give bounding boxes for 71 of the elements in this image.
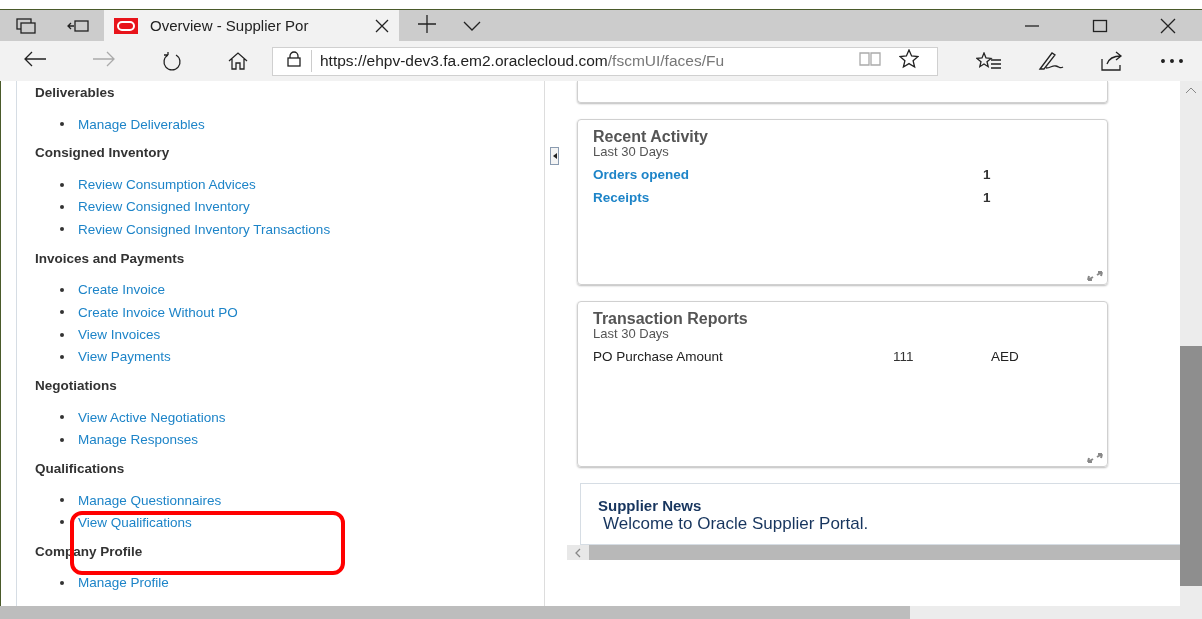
plus-icon[interactable]	[417, 13, 437, 34]
bullet-icon	[60, 437, 64, 442]
bullet-icon	[60, 354, 64, 359]
nav-link[interactable]: Review Consigned Inventory	[78, 199, 250, 215]
card-subtitle: Last 30 Days	[593, 326, 670, 341]
collapse-pane-button[interactable]	[550, 147, 559, 165]
favorites-list-icon[interactable]	[976, 52, 1002, 70]
browser-tab[interactable]: Overview - Supplier Por	[104, 10, 399, 41]
chevron-down-icon[interactable]	[463, 20, 481, 31]
tab-preview-icon[interactable]	[67, 18, 89, 33]
bullet-icon	[60, 122, 64, 127]
nav-link[interactable]: Review Consumption Advices	[78, 177, 256, 193]
metric-value: 1	[983, 190, 992, 205]
vertical-scrollbar[interactable]	[1180, 81, 1202, 606]
section-heading: Qualifications	[35, 459, 125, 478]
nav-link[interactable]: View Active Negotiations	[78, 409, 226, 425]
nav-link[interactable]: Create Invoice Without PO	[78, 304, 238, 320]
page-scrollbar[interactable]	[0, 606, 1202, 619]
expand-icon[interactable]	[1087, 453, 1103, 463]
nav-link[interactable]: Create Invoice	[78, 282, 166, 298]
nav-link[interactable]: Manage Profile	[78, 575, 169, 591]
card-subtitle: Last 30 Days	[593, 144, 669, 159]
scroll-left-icon[interactable]	[575, 547, 581, 558]
tab-set-aside-icon[interactable]	[16, 17, 36, 34]
close-icon[interactable]	[375, 18, 389, 33]
bullet-icon	[60, 227, 64, 232]
home-icon[interactable]	[227, 51, 250, 71]
nav-link[interactable]: Manage Deliverables	[78, 116, 205, 132]
maximize-icon[interactable]	[1092, 17, 1108, 34]
lock-icon	[287, 51, 301, 67]
left-triangle-icon	[552, 153, 557, 159]
nav-link[interactable]: Manage Questionnaires	[78, 492, 222, 508]
bullet-icon	[60, 580, 64, 585]
expand-icon[interactable]	[1087, 271, 1103, 281]
oracle-logo-icon	[114, 17, 138, 34]
card-title: Transaction Reports	[593, 310, 749, 328]
metric-link[interactable]: Receipts	[593, 190, 983, 205]
nav-link[interactable]: View Qualifications	[78, 515, 192, 530]
metric-link[interactable]: Orders opened	[593, 167, 983, 182]
section-heading: Consigned Inventory	[35, 144, 170, 163]
pen-icon[interactable]	[1038, 51, 1064, 71]
back-arrow-icon[interactable]	[22, 51, 47, 67]
news-title: Supplier News	[598, 497, 703, 514]
share-icon[interactable]	[1100, 51, 1124, 71]
nav-link[interactable]: View Payments	[78, 349, 171, 365]
section-heading: Negotiations	[35, 377, 117, 396]
metric-value: 111	[893, 349, 915, 364]
metric-value: 1	[983, 167, 992, 182]
refresh-icon[interactable]	[161, 51, 182, 71]
metric-label: PO Purchase Amount	[593, 349, 724, 364]
address-bar[interactable]: https://ehpv-dev3.fa.em2.oraclecloud.com/fscmUI/faces/Fu	[272, 46, 938, 76]
section-heading: Deliverables	[35, 84, 115, 102]
card-title: Recent Activity	[593, 128, 709, 146]
nav-link[interactable]: Review Consigned Inventory Transactions	[78, 221, 331, 237]
section-heading: Invoices and Payments	[35, 249, 185, 268]
news-message: Welcome to Oracle Supplier Portal.	[603, 514, 870, 534]
bullet-icon	[60, 287, 64, 292]
scroll-up-icon[interactable]	[1185, 87, 1197, 94]
bullet-icon	[60, 520, 64, 525]
bullet-icon	[60, 310, 64, 315]
nav-link[interactable]: View Invoices	[78, 327, 161, 343]
currency-label: AED	[991, 349, 1019, 364]
bullet-icon	[60, 332, 64, 337]
nav-link[interactable]: Manage Responses	[78, 432, 199, 448]
bullet-icon	[60, 182, 64, 187]
close-icon[interactable]	[1160, 17, 1176, 34]
more-icon[interactable]	[1160, 58, 1184, 64]
bullet-icon	[60, 204, 64, 209]
bullet-icon	[60, 415, 64, 420]
bullet-icon	[60, 498, 64, 503]
star-icon[interactable]	[899, 49, 919, 69]
